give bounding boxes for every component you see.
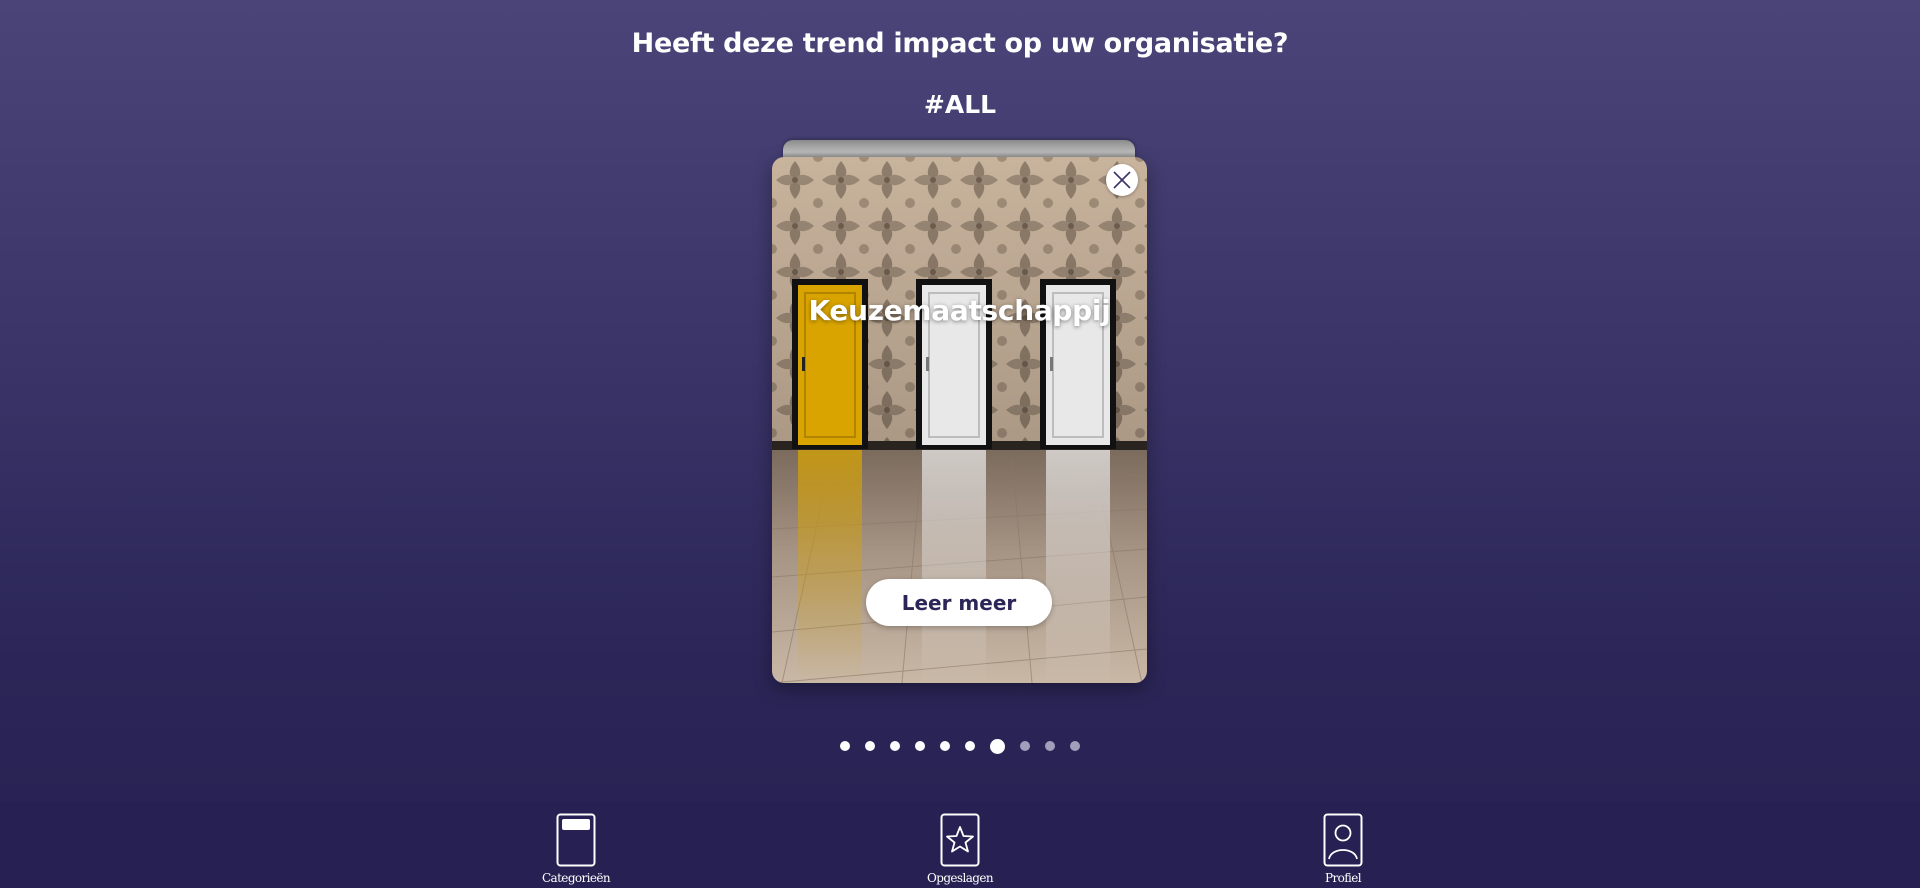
pagination-dot[interactable] [1070,741,1080,751]
profile-card-icon [1323,813,1363,867]
nav-item-categories[interactable]: Categorieën [516,813,636,885]
trend-title: Keuzemaatschappij [808,294,1111,327]
pagination-dot-active[interactable] [990,738,1005,754]
nav-label-profile: Profiel [1324,871,1362,885]
star-card-icon [940,813,980,867]
close-button[interactable] [1106,164,1138,196]
learn-more-button[interactable]: Leer meer [866,579,1052,626]
pagination-dot[interactable] [915,741,925,751]
pagination-dot[interactable] [1020,741,1030,751]
trend-card[interactable]: Keuzemaatschappij Leer meer [772,157,1147,683]
pagination-dot[interactable] [965,741,975,751]
nav-item-profile[interactable]: Profiel [1283,813,1403,885]
bottom-navigation: Categorieën Opgeslagen Profiel [0,801,1920,888]
pagination-dot[interactable] [940,741,950,751]
pagination-dot[interactable] [1045,741,1055,751]
close-icon [1113,171,1131,189]
pagination-dot[interactable] [840,741,850,751]
nav-label-saved: Opgeslagen [927,871,994,885]
pagination-dot[interactable] [890,741,900,751]
nav-label-categories: Categorieën [541,871,611,885]
pagination-dot[interactable] [865,741,875,751]
category-card-icon [556,813,596,867]
pagination-dots [0,738,1920,754]
category-hashtag: #ALL [923,90,997,119]
trend-question: Heeft deze trend impact op uw organisati… [631,28,1289,59]
nav-item-saved[interactable]: Opgeslagen [900,813,1020,885]
